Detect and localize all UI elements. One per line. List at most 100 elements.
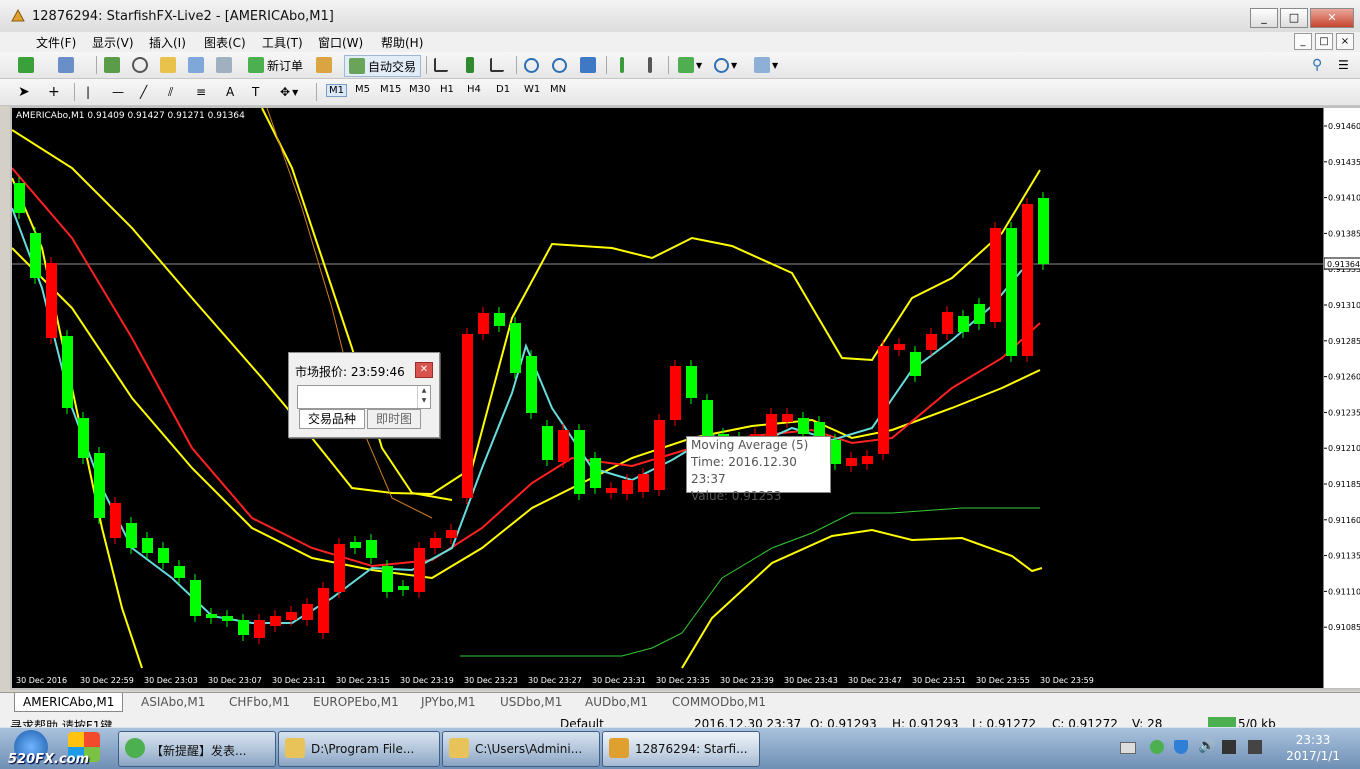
help-button[interactable]: ☰ — [1338, 55, 1349, 75]
start-button[interactable]: 520FX.com — [4, 728, 114, 769]
price-chart[interactable]: AMERICAbo,M1 0.91409 0.91427 0.91271 0.9… — [12, 108, 1323, 688]
tooltip-indicator-name: Moving Average (5) — [691, 438, 809, 452]
history-button[interactable] — [316, 55, 332, 75]
menu-tools[interactable]: 工具(T) — [262, 34, 303, 51]
system-clock[interactable]: 23:33 2017/1/1 — [1286, 732, 1340, 764]
auto-scroll-button[interactable] — [614, 55, 624, 75]
periods-button[interactable]: ▼ — [714, 55, 737, 75]
chart-shift-button[interactable] — [642, 55, 652, 75]
flag-tray-icon[interactable] — [1248, 740, 1262, 754]
envelope-lower-line — [681, 528, 1043, 669]
new-chart-button[interactable] — [18, 55, 34, 75]
minimize-button[interactable]: _ — [1250, 8, 1278, 28]
current-price-label: 0.91364 — [1327, 260, 1360, 269]
volume-icon[interactable]: 🔊 — [1198, 738, 1215, 754]
chart-tab-europebo[interactable]: EUROPEbo,M1 — [313, 695, 399, 709]
bull-candle — [366, 540, 377, 558]
new-order-button[interactable]: 新订单 — [248, 55, 303, 75]
indicators-button[interactable]: ▼ — [678, 55, 702, 75]
crosshair-tool[interactable]: + — [48, 82, 60, 102]
timeframe-m1[interactable]: M1 — [326, 84, 347, 97]
power-icon[interactable] — [1222, 740, 1236, 754]
menu-file[interactable]: 文件(F) — [36, 34, 76, 51]
close-button[interactable]: ✕ — [1310, 8, 1354, 28]
candlestick-button[interactable] — [462, 55, 474, 75]
bull-candle — [526, 356, 537, 413]
menu-view[interactable]: 显示(V) — [92, 34, 134, 51]
timeframe-m30[interactable]: M30 — [409, 84, 430, 95]
time-tick-label: 30 Dec 23:27 — [528, 676, 582, 685]
strategy-tester-button[interactable] — [216, 55, 232, 75]
zoom-in-button[interactable] — [524, 55, 539, 75]
child-close-button[interactable]: × — [1336, 33, 1354, 50]
market-watch-list[interactable]: ▲ ▼ — [297, 385, 431, 409]
terminal-button[interactable] — [188, 55, 204, 75]
chart-tab-commodbo[interactable]: COMMODbo,M1 — [672, 695, 766, 709]
taskbar-metatrader[interactable]: 12876294: Starfi... — [602, 731, 760, 767]
folder-icon — [285, 738, 305, 758]
zoom-out-button[interactable] — [552, 55, 567, 75]
market-watch-scrollbar[interactable]: ▲ ▼ — [417, 386, 430, 408]
taskbar-explorer-program-files[interactable]: D:\Program File... — [278, 731, 440, 767]
taskbar-browser[interactable]: 【新提醒】发表... — [118, 731, 276, 767]
text-tool[interactable]: A — [226, 82, 234, 102]
taskbar-explorer-users[interactable]: C:\Users\Admini... — [442, 731, 600, 767]
bear-candle — [286, 612, 297, 620]
bear-candle — [670, 366, 681, 420]
bear-candle — [846, 458, 857, 466]
menu-charts[interactable]: 图表(C) — [204, 34, 246, 51]
timeframe-m5[interactable]: M5 — [355, 84, 370, 95]
templates-button[interactable]: ▼ — [754, 55, 778, 75]
navigator-button[interactable] — [132, 55, 148, 75]
vertical-line-tool[interactable]: | — [86, 82, 90, 102]
equidistant-channel-tool[interactable]: ⫽ — [168, 82, 173, 102]
market-watch-button[interactable] — [104, 55, 120, 75]
timeframe-h1[interactable]: H1 — [440, 84, 454, 95]
price-tick-label: 0.91310 — [1328, 301, 1360, 310]
auto-trade-button[interactable]: 自动交易 — [344, 55, 422, 77]
clock-date: 2017/1/1 — [1286, 749, 1340, 763]
network-icon[interactable] — [1150, 740, 1164, 754]
text-label-tool[interactable]: T — [252, 82, 259, 102]
market-watch-close-button[interactable]: ✕ — [415, 362, 433, 378]
keyboard-icon[interactable] — [1120, 742, 1136, 754]
chart-tab-chfbo[interactable]: CHFbo,M1 — [229, 695, 290, 709]
auto-scroll-icon — [620, 57, 624, 73]
menu-help[interactable]: 帮助(H) — [381, 34, 423, 51]
price-tick-label: 0.91160 — [1328, 516, 1360, 525]
line-chart-button[interactable] — [490, 55, 504, 75]
menu-window[interactable]: 窗口(W) — [318, 34, 363, 51]
arrows-tool[interactable]: ✥ ▼ — [280, 82, 298, 102]
shield-icon[interactable] — [1174, 740, 1188, 754]
tab-symbols[interactable]: 交易品种 — [299, 409, 366, 429]
timeframe-w1[interactable]: W1 — [524, 84, 540, 95]
data-window-button[interactable] — [160, 55, 176, 75]
chart-tab-americabo[interactable]: AMERICAbo,M1 — [14, 693, 124, 712]
trendline-tool[interactable]: ╱ — [140, 82, 147, 102]
chart-tab-asiabo[interactable]: ASIAbo,M1 — [141, 695, 205, 709]
price-tick-label: 0.91410 — [1328, 194, 1360, 203]
menu-insert[interactable]: 插入(I) — [149, 34, 186, 51]
search-button[interactable]: ⚲ — [1312, 55, 1322, 75]
terminal-icon — [188, 57, 204, 73]
profiles-button[interactable] — [58, 55, 74, 75]
horizontal-line-tool[interactable]: — — [112, 82, 124, 102]
time-tick-label: 30 Dec 23:31 — [592, 676, 646, 685]
bar-chart-button[interactable] — [434, 55, 448, 75]
timeframe-h4[interactable]: H4 — [467, 84, 481, 95]
tab-tick-chart[interactable]: 即时图 — [367, 409, 422, 429]
child-restore-button[interactable]: □ — [1315, 33, 1333, 50]
maximize-button[interactable]: □ — [1280, 8, 1308, 28]
child-minimize-button[interactable]: _ — [1294, 33, 1312, 50]
timeframe-m15[interactable]: M15 — [380, 84, 401, 95]
cursor-tool[interactable]: ➤ — [18, 82, 30, 102]
fibonacci-tool[interactable]: ≡ — [196, 82, 206, 102]
timeframe-mn[interactable]: MN — [550, 84, 566, 95]
tile-windows-button[interactable] — [580, 55, 596, 75]
timeframe-d1[interactable]: D1 — [496, 84, 510, 95]
market-watch-window[interactable]: 市场报价: 23:59:46 ✕ ▲ ▼ 交易品种 即时图 — [288, 352, 440, 438]
chart-tab-usdbo[interactable]: USDbo,M1 — [500, 695, 562, 709]
chart-tab-audbo[interactable]: AUDbo,M1 — [585, 695, 648, 709]
watermark-logo: 520FX.com — [8, 752, 90, 767]
chart-tab-jpybo[interactable]: JPYbo,M1 — [421, 695, 476, 709]
